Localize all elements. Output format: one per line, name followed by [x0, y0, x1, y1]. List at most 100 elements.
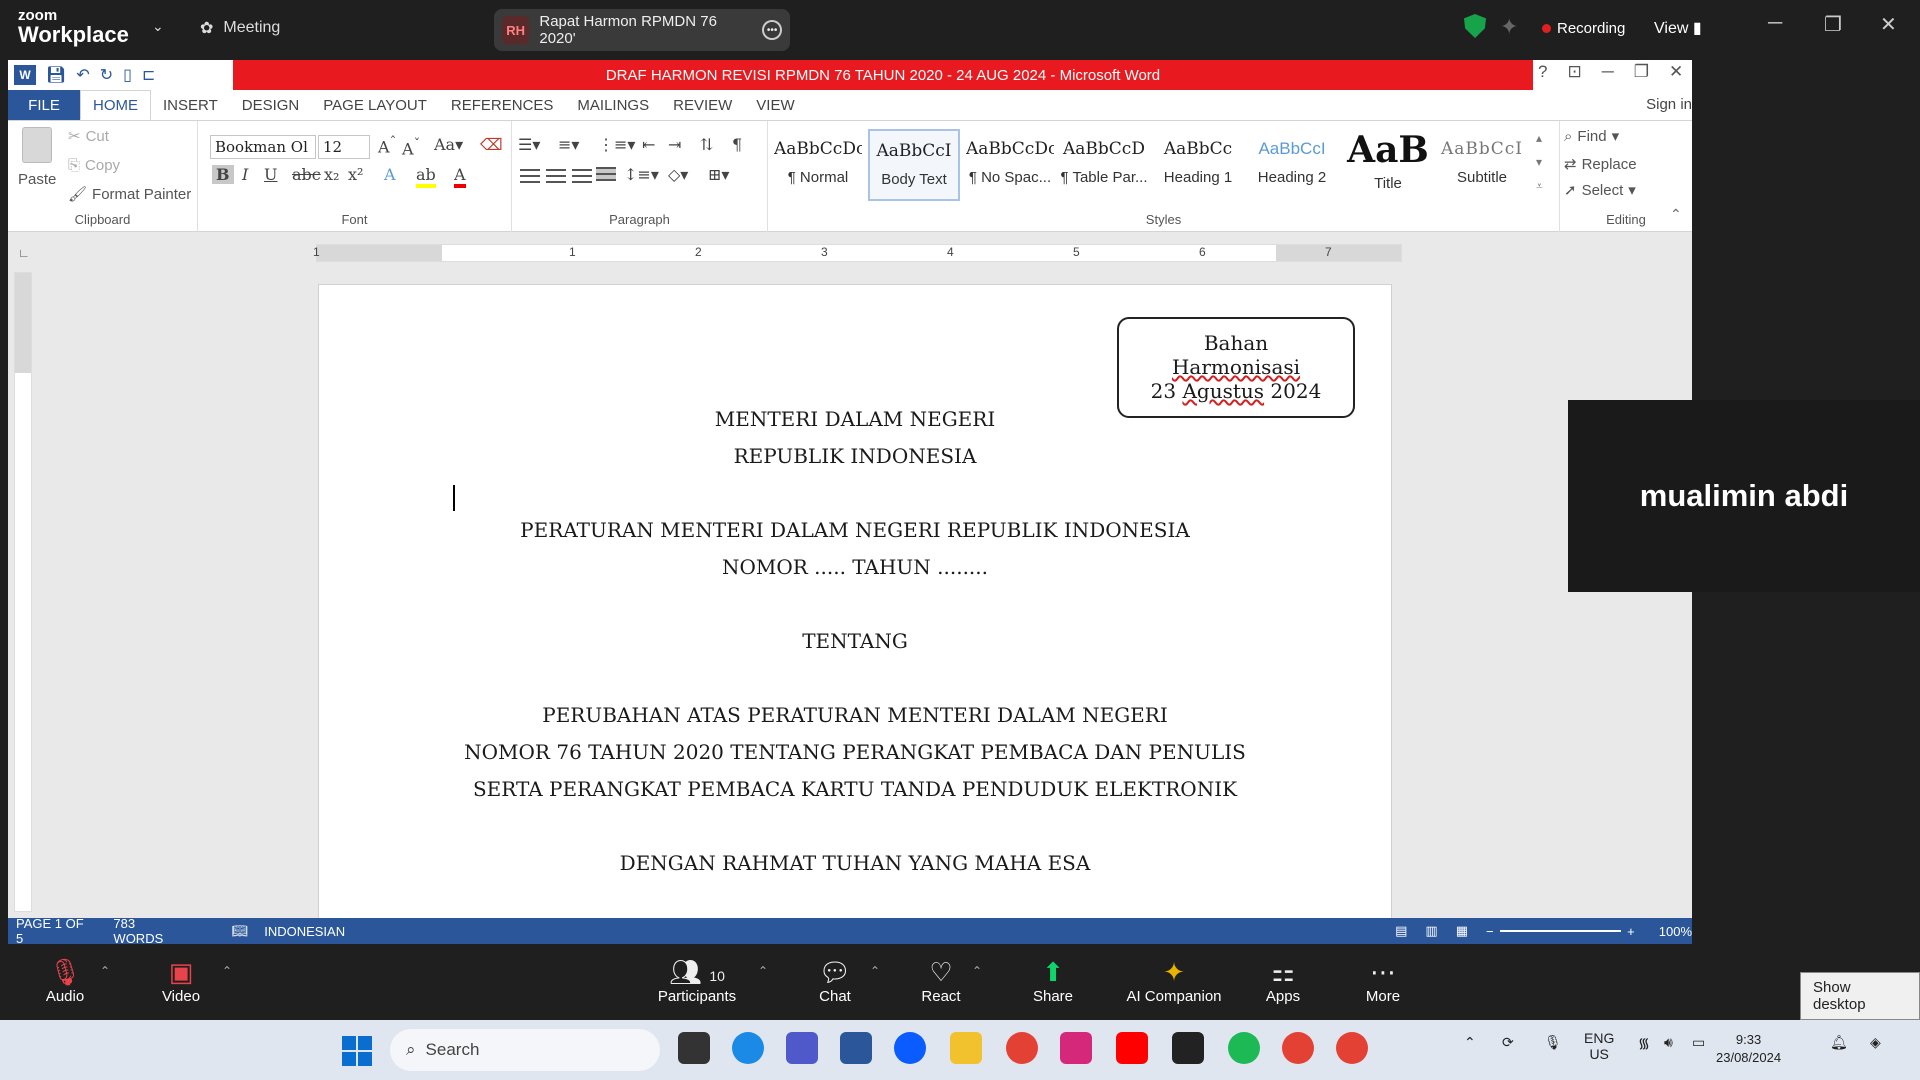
- shrink-font-icon[interactable]: Aˇ: [402, 137, 420, 158]
- participants-options-icon[interactable]: ⌃: [758, 964, 768, 978]
- cut-button[interactable]: ✂ Cut: [68, 127, 109, 146]
- font-name-select[interactable]: Bookman Ol: [210, 135, 316, 159]
- chrome-icon[interactable]: [1006, 1032, 1038, 1064]
- zoom-out-icon[interactable]: −: [1486, 924, 1494, 939]
- document-area[interactable]: ∟ 1 1 2 3 4 5 6 7 Bahan Harmonisasi 23 A…: [8, 232, 1692, 918]
- edge-icon[interactable]: [732, 1032, 764, 1064]
- battery-icon[interactable]: ▭: [1692, 1034, 1705, 1051]
- more-options-icon[interactable]: •••: [762, 20, 782, 40]
- text-effects-icon[interactable]: A: [384, 165, 396, 184]
- style-normal[interactable]: AaBbCcDc ¶ Normal: [772, 129, 864, 201]
- paste-button[interactable]: Paste: [18, 171, 56, 188]
- print-layout-icon[interactable]: ▥: [1425, 923, 1437, 939]
- replace-button[interactable]: ⇄ Replace: [1564, 155, 1637, 174]
- justify-icon[interactable]: [596, 167, 616, 181]
- clear-formatting-icon[interactable]: ⌫: [480, 135, 503, 154]
- styles-more-icon[interactable]: ⩡: [1536, 179, 1543, 194]
- underline-icon[interactable]: U: [264, 165, 277, 184]
- youtube-icon[interactable]: [1116, 1032, 1148, 1064]
- decrease-indent-icon[interactable]: ⇤: [642, 135, 655, 154]
- meeting-tab[interactable]: RH Rapat Harmon RPMDN 76 2020' •••: [494, 9, 790, 51]
- copilot-icon[interactable]: ◈: [1870, 1034, 1881, 1051]
- notification-bell-icon[interactable]: 🔔︎: [1830, 1034, 1848, 1051]
- grow-font-icon[interactable]: Aˆ: [378, 135, 396, 156]
- zoom-workplace-logo[interactable]: zoom Workplace: [18, 8, 129, 46]
- word-taskbar-icon[interactable]: [840, 1032, 872, 1064]
- font-size-select[interactable]: 12: [318, 135, 370, 159]
- multilevel-list-icon[interactable]: ⋮≡▾: [598, 135, 635, 154]
- undo-icon[interactable]: ↶: [76, 65, 89, 85]
- borders-icon[interactable]: ⊞▾: [708, 165, 729, 184]
- redo-icon[interactable]: ↻: [100, 65, 113, 85]
- tab-review[interactable]: REVIEW: [661, 90, 744, 120]
- style-body-text[interactable]: AaBbCcI Body Text: [868, 129, 960, 201]
- encryption-shield-icon[interactable]: [1464, 14, 1486, 38]
- open-icon[interactable]: ⊏: [142, 65, 155, 85]
- change-case-icon[interactable]: Aa▾: [434, 135, 463, 154]
- zoom-taskbar-icon[interactable]: [894, 1032, 926, 1064]
- sync-icon[interactable]: ⟳: [1502, 1034, 1514, 1051]
- read-mode-icon[interactable]: ▤: [1395, 923, 1407, 939]
- instagram-icon[interactable]: [1060, 1032, 1092, 1064]
- word-app-icon[interactable]: W: [14, 65, 36, 85]
- document-page[interactable]: Bahan Harmonisasi 23 Agustus 2024 MENTER…: [318, 284, 1392, 918]
- audio-options-icon[interactable]: ⌃: [100, 964, 110, 978]
- strikethrough-icon[interactable]: abc: [292, 165, 321, 184]
- increase-indent-icon[interactable]: ⇥: [668, 135, 681, 154]
- copy-button[interactable]: ⎘ Copy: [68, 157, 120, 174]
- word-count[interactable]: 783 WORDS: [113, 916, 183, 946]
- chrome-profile-icon[interactable]: [1282, 1032, 1314, 1064]
- styles-scroll-down-icon[interactable]: ▾: [1536, 155, 1542, 169]
- select-button[interactable]: ➚ Select ▾: [1564, 181, 1636, 200]
- style-heading-1[interactable]: AaBbCc Heading 1: [1152, 129, 1244, 201]
- style-heading-2[interactable]: AaBbCcI Heading 2: [1246, 129, 1338, 201]
- new-document-icon[interactable]: ▯: [123, 65, 132, 85]
- bullets-icon[interactable]: ☰▾: [518, 135, 540, 154]
- style-no-spacing[interactable]: AaBbCcDc ¶ No Spac...: [964, 129, 1056, 201]
- meeting-menu[interactable]: ✿ Meeting: [200, 18, 280, 38]
- spotify-icon[interactable]: [1228, 1032, 1260, 1064]
- sign-in-link[interactable]: Sign in: [1646, 96, 1692, 113]
- close-icon[interactable]: ✕: [1880, 12, 1897, 37]
- share-button[interactable]: ⬆ Share: [1008, 956, 1098, 1005]
- more-button[interactable]: ⋯ More: [1338, 956, 1428, 1005]
- tab-selector-icon[interactable]: ∟: [18, 246, 32, 260]
- show-hidden-icons[interactable]: ⌃: [1464, 1034, 1476, 1051]
- subscript-icon[interactable]: x₂: [324, 165, 339, 184]
- zoom-level[interactable]: 100%: [1659, 924, 1692, 939]
- numbering-icon[interactable]: ≡▾: [558, 135, 579, 154]
- style-title[interactable]: AaB Title: [1342, 129, 1434, 201]
- align-left-icon[interactable]: [520, 169, 540, 183]
- file-explorer-icon[interactable]: [950, 1032, 982, 1064]
- sort-icon[interactable]: ⇅: [700, 135, 713, 154]
- paste-icon[interactable]: [22, 127, 52, 163]
- minimize-icon[interactable]: ─: [1768, 12, 1782, 35]
- recording-indicator[interactable]: Recording: [1542, 20, 1625, 37]
- tab-view[interactable]: VIEW: [744, 90, 806, 120]
- help-icon[interactable]: ?: [1538, 62, 1547, 82]
- tab-design[interactable]: DESIGN: [230, 90, 312, 120]
- apps-button[interactable]: ⚏ Apps: [1238, 956, 1328, 1005]
- chrome-profile-2-icon[interactable]: [1336, 1032, 1368, 1064]
- line-spacing-icon[interactable]: ↕≡▾: [624, 165, 659, 184]
- sticky-notes-icon[interactable]: [1172, 1032, 1204, 1064]
- chat-button[interactable]: 💬︎ Chat: [790, 956, 880, 1005]
- view-button[interactable]: View ▮: [1654, 18, 1702, 38]
- audio-button[interactable]: 🎙︎ Audio: [20, 956, 110, 1005]
- restore-icon[interactable]: ❐: [1824, 12, 1842, 37]
- task-view-icon[interactable]: [678, 1032, 710, 1064]
- sparkle-icon[interactable]: ✦: [1500, 14, 1518, 40]
- taskbar-search[interactable]: ⌕ Search: [390, 1029, 660, 1071]
- close-icon[interactable]: ✕: [1669, 62, 1683, 82]
- tab-references[interactable]: REFERENCES: [439, 90, 566, 120]
- save-icon[interactable]: 💾︎: [46, 65, 66, 85]
- style-subtitle[interactable]: AaBbCcI Subtitle: [1436, 129, 1528, 201]
- participant-video-tile[interactable]: mualimin abdi: [1568, 400, 1920, 592]
- style-table-paragraph[interactable]: AaBbCcD ¶ Table Par...: [1058, 129, 1150, 201]
- wifi-icon[interactable]: ᯾: [1638, 1034, 1650, 1053]
- styles-scroll-up-icon[interactable]: ▴: [1536, 131, 1542, 145]
- clock[interactable]: 9:33 23/08/2024: [1716, 1031, 1781, 1067]
- video-button[interactable]: ▣ Video: [136, 956, 226, 1005]
- teams-icon[interactable]: [786, 1032, 818, 1064]
- tab-insert[interactable]: INSERT: [151, 90, 230, 120]
